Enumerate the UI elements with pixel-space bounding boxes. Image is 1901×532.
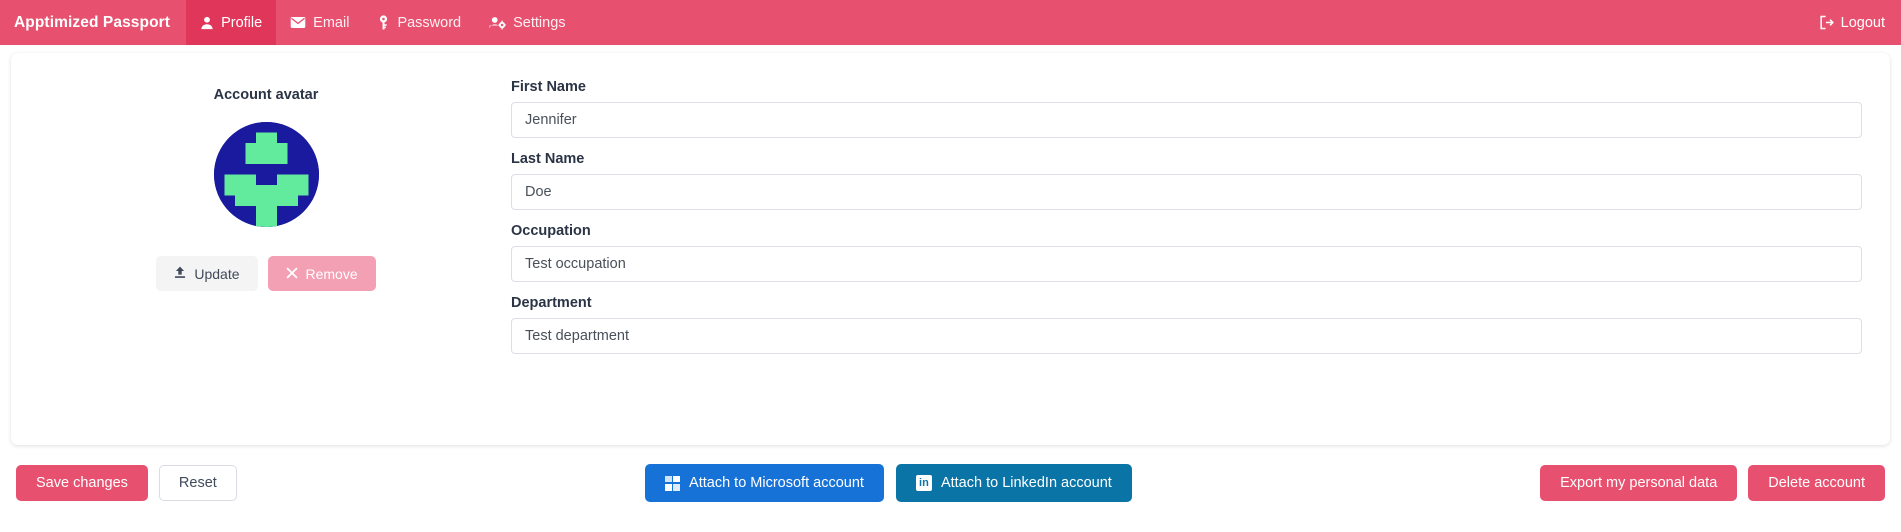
field-department: Department bbox=[511, 295, 1862, 354]
microsoft-windows-icon bbox=[665, 475, 681, 491]
field-occupation: Occupation bbox=[511, 223, 1862, 282]
department-input[interactable] bbox=[511, 318, 1862, 354]
nav-item-settings-label: Settings bbox=[513, 14, 566, 31]
update-avatar-label: Update bbox=[194, 265, 240, 282]
update-avatar-button[interactable]: Update bbox=[156, 256, 258, 291]
nav-item-email-label: Email bbox=[313, 14, 350, 31]
envelope-icon bbox=[290, 16, 306, 29]
top-navbar: Apptimized Passport Profile Email Passwo… bbox=[0, 0, 1901, 45]
nav-item-profile-label: Profile bbox=[221, 14, 263, 31]
action-bar-right: Export my personal data Delete account bbox=[1540, 464, 1885, 502]
app-brand[interactable]: Apptimized Passport bbox=[0, 0, 186, 45]
profile-form: First Name Last Name Occupation Departme… bbox=[511, 75, 1862, 423]
export-personal-data-button[interactable]: Export my personal data bbox=[1540, 464, 1738, 502]
occupation-input[interactable] bbox=[511, 246, 1862, 282]
save-changes-button[interactable]: Save changes bbox=[16, 464, 148, 502]
last-name-input[interactable] bbox=[511, 174, 1862, 210]
first-name-label: First Name bbox=[511, 79, 586, 95]
attach-linkedin-label: Attach to LinkedIn account bbox=[940, 474, 1112, 491]
department-label: Department bbox=[511, 295, 592, 311]
avatar-title: Account avatar bbox=[213, 87, 319, 103]
remove-avatar-button[interactable]: Remove bbox=[267, 256, 376, 291]
avatar-section: Account avatar Update Remove bbox=[21, 75, 511, 423]
field-first-name: First Name bbox=[511, 79, 1862, 138]
logout-button[interactable]: Logout bbox=[1803, 0, 1901, 45]
action-bar: Save changes Reset Attach to Microsoft a… bbox=[0, 445, 1901, 502]
close-x-icon bbox=[286, 267, 298, 281]
identicon-avatar bbox=[213, 122, 319, 227]
navbar-spacer bbox=[580, 0, 1803, 45]
logout-label: Logout bbox=[1840, 14, 1885, 31]
sign-out-icon bbox=[1819, 15, 1834, 30]
last-name-label: Last Name bbox=[511, 151, 585, 167]
nav-item-email[interactable]: Email bbox=[276, 0, 363, 45]
avatar-actions: Update Remove bbox=[156, 256, 376, 291]
attach-microsoft-label: Attach to Microsoft account bbox=[689, 474, 864, 491]
linkedin-icon: in bbox=[915, 475, 932, 491]
occupation-label: Occupation bbox=[511, 223, 591, 239]
avatar[interactable] bbox=[213, 122, 319, 227]
reset-button[interactable]: Reset bbox=[158, 464, 237, 502]
nav-item-profile[interactable]: Profile bbox=[186, 0, 277, 45]
action-bar-left: Save changes Reset bbox=[16, 464, 237, 502]
delete-account-button[interactable]: Delete account bbox=[1748, 464, 1885, 502]
attach-microsoft-button[interactable]: Attach to Microsoft account bbox=[645, 464, 884, 502]
profile-card: Account avatar Update Remove First Name … bbox=[11, 53, 1890, 445]
field-last-name: Last Name bbox=[511, 151, 1862, 210]
nav-item-settings[interactable]: Settings bbox=[475, 0, 579, 45]
first-name-input[interactable] bbox=[511, 102, 1862, 138]
page-body: Account avatar Update Remove First Name … bbox=[0, 45, 1901, 445]
nav-item-password[interactable]: Password bbox=[363, 0, 475, 45]
remove-avatar-label: Remove bbox=[305, 265, 358, 282]
action-bar-center: Attach to Microsoft account in Attach to… bbox=[249, 464, 1528, 502]
upload-icon bbox=[174, 266, 186, 281]
key-icon bbox=[377, 15, 390, 30]
nav-items: Profile Email Password Settings bbox=[186, 0, 579, 45]
user-gear-icon bbox=[489, 16, 506, 30]
attach-linkedin-button[interactable]: in Attach to LinkedIn account bbox=[895, 464, 1132, 502]
user-icon bbox=[200, 16, 214, 30]
nav-item-password-label: Password bbox=[397, 14, 462, 31]
